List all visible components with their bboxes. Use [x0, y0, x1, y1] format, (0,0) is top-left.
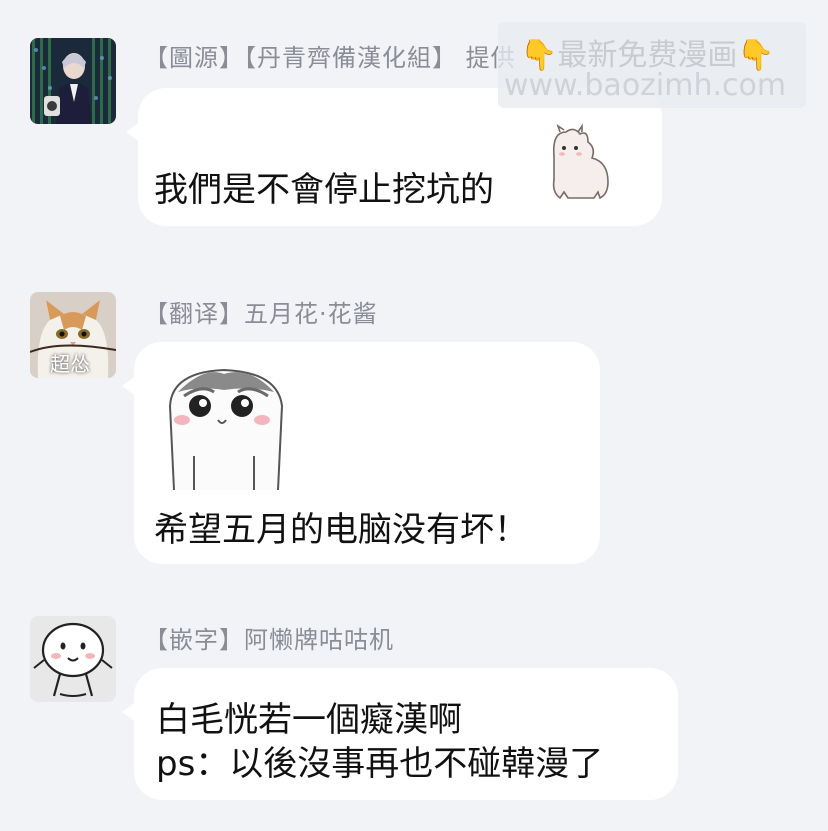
bubble-tail: [126, 122, 140, 142]
avatar-anime-character[interactable]: [30, 38, 116, 124]
avatar-caption: 超怂: [50, 352, 90, 376]
message-text-line2: ps：以後沒事再也不碰韓漫了: [156, 744, 604, 784]
sender-name: 【翻译】五月花·花酱: [144, 300, 378, 328]
sender-name: 【嵌字】阿懒牌咕咕机: [144, 626, 394, 654]
bubble-tail: [122, 376, 136, 396]
doodle-avatar-image: [30, 616, 116, 702]
avatar-cat[interactable]: 超怂: [30, 292, 116, 378]
message-text: 我們是不會停止挖坑的: [154, 170, 494, 210]
watermark-banner[interactable]: 👇最新免费漫画👇 www.baozimh.com: [498, 22, 806, 108]
avatar-doodle[interactable]: [30, 616, 116, 702]
bubble-tail: [122, 702, 136, 722]
sender-name: 【圖源】【丹青齊備漢化組】 提供: [144, 44, 516, 72]
message-text-line1: 白毛恍若一個癡漢啊: [156, 700, 462, 740]
hamster-sticker: [154, 366, 296, 490]
message-text: 希望五月的电脑没有坏！: [154, 510, 528, 550]
anime-character-avatar-image: [30, 38, 116, 124]
alpaca-sticker: [552, 123, 609, 200]
watermark-url: www.baozimh.com: [504, 68, 787, 103]
